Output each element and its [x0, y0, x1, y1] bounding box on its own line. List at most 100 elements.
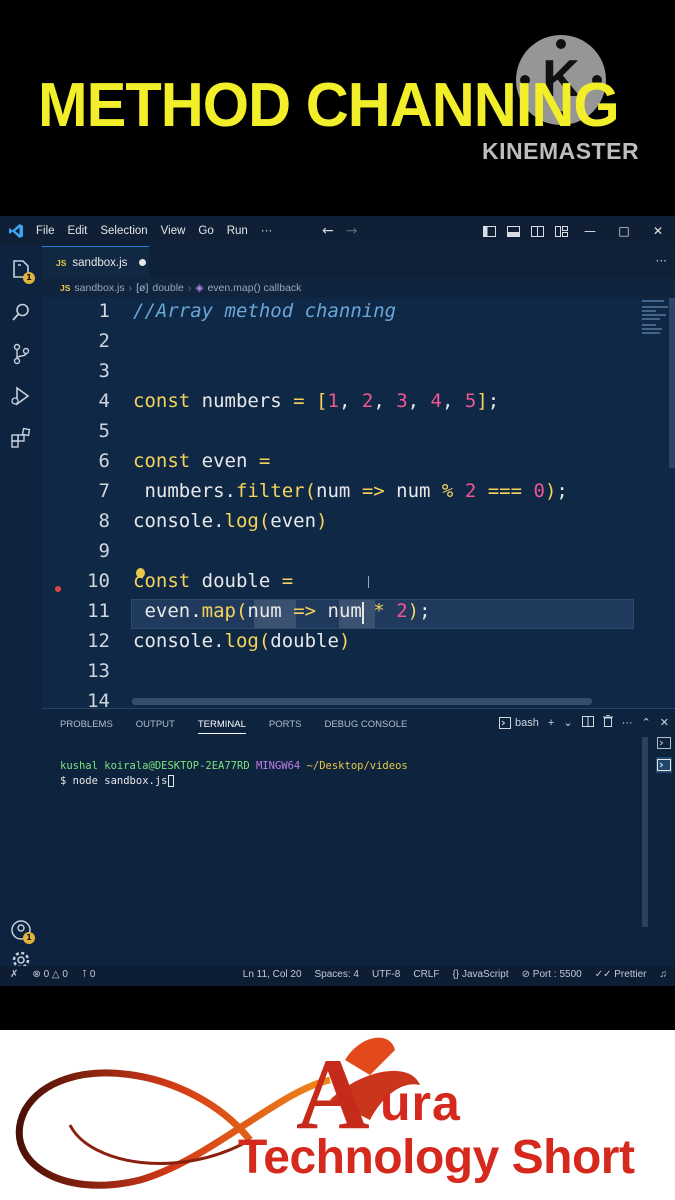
- code-line-10: const double =: [133, 570, 294, 592]
- source-control-icon[interactable]: [9, 342, 33, 366]
- tab-label: sandbox.js: [72, 256, 128, 269]
- mouse-ibeam-cursor-icon: [368, 576, 369, 588]
- menu-run[interactable]: Run: [227, 225, 248, 237]
- accounts-badge: 1: [23, 932, 35, 944]
- back-arrow-icon[interactable]: ←: [322, 223, 334, 239]
- vscode-window: File Edit Selection View Go Run ··· ← →: [0, 216, 675, 986]
- explorer-icon[interactable]: 1: [9, 258, 35, 284]
- vscode-logo-icon: [0, 216, 32, 246]
- line-number: 7: [98, 480, 110, 502]
- chevron-up-icon[interactable]: ⌃: [642, 716, 651, 729]
- dropdown-chevron-icon[interactable]: ⌄: [563, 716, 572, 729]
- activity-bar: 1 1: [0, 246, 42, 972]
- prettier-status[interactable]: ✓✓ Prettier: [595, 969, 647, 980]
- new-terminal-icon[interactable]: +: [548, 717, 554, 729]
- video-title: METHOD CHANNING: [38, 71, 620, 140]
- notifications-bell-icon[interactable]: ♫: [660, 969, 668, 980]
- breadcrumb-separator: ›: [187, 282, 192, 294]
- toggle-panel-icon[interactable]: [501, 216, 525, 246]
- tab-debug-console[interactable]: DEBUG CONSOLE: [324, 719, 407, 734]
- tab-ports[interactable]: PORTS: [269, 719, 302, 734]
- tab-sandbox-js[interactable]: JS sandbox.js: [42, 246, 149, 278]
- line-number: 10: [87, 570, 110, 592]
- panel-tab-bar: PROBLEMS OUTPUT TERMINAL PORTS DEBUG CON…: [60, 719, 407, 734]
- terminal-command: node sandbox.js: [72, 775, 168, 787]
- status-right: Ln 11, Col 20 Spaces: 4 UTF-8 CRLF {} Ja…: [243, 969, 667, 980]
- error-count: 0: [43, 969, 50, 980]
- trash-icon[interactable]: [602, 715, 613, 730]
- more-actions-icon[interactable]: ···: [656, 254, 667, 268]
- forwarded-ports-count: 0: [89, 969, 96, 980]
- more-actions-icon[interactable]: ···: [622, 717, 633, 729]
- encoding[interactable]: UTF-8: [372, 969, 400, 980]
- bottom-panel: PROBLEMS OUTPUT TERMINAL PORTS DEBUG CON…: [42, 708, 675, 972]
- menu-selection[interactable]: Selection: [100, 225, 147, 237]
- line-number: 12: [87, 630, 110, 652]
- code-editor[interactable]: 1 2 3 4 5 6 7 8 9 10 11 12 13 14 //Array…: [42, 298, 675, 708]
- code-line-7: numbers.filter(num => num % 2 === 0);: [133, 480, 568, 502]
- cursor-position[interactable]: Ln 11, Col 20: [243, 969, 302, 980]
- kinemaster-watermark: KINEMASTER: [482, 138, 640, 164]
- problems-status[interactable]: ⊗ 0 △ 0: [32, 969, 68, 980]
- terminal-instance-icon[interactable]: [656, 735, 672, 751]
- remote-icon[interactable]: ✗: [10, 969, 18, 980]
- breadcrumb-symbol[interactable]: double: [152, 282, 184, 294]
- toggle-sidebar-icon[interactable]: [477, 216, 501, 246]
- maximize-icon[interactable]: □: [607, 216, 641, 246]
- variable-symbol-icon: [ø]: [136, 282, 149, 294]
- language-mode[interactable]: {} JavaScript: [452, 969, 508, 980]
- tab-output[interactable]: OUTPUT: [136, 719, 175, 734]
- method-symbol-icon: ◈: [195, 282, 204, 294]
- live-server-port[interactable]: ⊘ Port : 5500: [522, 969, 582, 980]
- terminal-scrollbar[interactable]: [642, 737, 648, 927]
- minimize-icon[interactable]: —: [573, 216, 607, 246]
- line-number: 14: [87, 690, 110, 708]
- status-left: ✗ ⊗ 0 △ 0 ⊺ 0: [10, 969, 95, 980]
- panel-actions: bash + ⌄ ··· ⌃ ✕: [499, 715, 669, 730]
- split-terminal-icon[interactable]: [581, 715, 594, 730]
- editor-vertical-scrollbar[interactable]: [669, 298, 675, 468]
- line-number: 2: [98, 330, 110, 352]
- close-panel-icon[interactable]: ✕: [660, 716, 669, 729]
- breadcrumb: JS sandbox.js › [ø] double › ◈ even.map(…: [42, 278, 675, 298]
- run-debug-icon[interactable]: [9, 384, 33, 408]
- terminal-output[interactable]: kushal koirala@DESKTOP-2EA77RD MINGW64 ~…: [60, 759, 408, 789]
- menu-file[interactable]: File: [36, 225, 55, 237]
- toggle-secondary-sidebar-icon[interactable]: [525, 216, 549, 246]
- terminal-icon: [499, 716, 512, 729]
- menu-edit[interactable]: Edit: [68, 225, 88, 237]
- channel-logo: A ura Technology Short: [0, 1030, 675, 1200]
- code-line-11: even.map(num => num * 2);: [133, 600, 431, 622]
- line-number: 13: [87, 660, 110, 682]
- editor-tab-bar: JS sandbox.js ···: [42, 246, 675, 278]
- breadcrumb-file[interactable]: sandbox.js: [74, 282, 124, 294]
- menu-view[interactable]: View: [161, 225, 186, 237]
- extensions-icon[interactable]: [9, 426, 33, 450]
- javascript-file-icon: JS: [56, 257, 67, 268]
- unsaved-dot-icon[interactable]: [139, 259, 147, 266]
- customize-layout-icon[interactable]: [549, 216, 573, 246]
- line-endings[interactable]: CRLF: [413, 969, 439, 980]
- forward-arrow-icon[interactable]: →: [346, 223, 358, 239]
- terminal-path: ~/Desktop/videos: [306, 760, 408, 772]
- breadcrumb-separator: ›: [128, 282, 133, 294]
- code-line-12: console.log(double): [133, 630, 351, 652]
- line-number: 4: [98, 390, 110, 412]
- menu-go[interactable]: Go: [198, 225, 213, 237]
- ports-status[interactable]: ⊺ 0: [82, 969, 96, 980]
- line-number: 5: [98, 420, 110, 442]
- terminal-shell-selector[interactable]: bash: [499, 716, 539, 729]
- close-icon[interactable]: ✕: [641, 216, 675, 246]
- indentation[interactable]: Spaces: 4: [315, 969, 359, 980]
- terminal-instance-active-icon[interactable]: [655, 757, 672, 773]
- breadcrumb-method[interactable]: even.map() callback: [207, 282, 301, 294]
- code-line-4: const numbers = [1, 2, 3, 4, 5];: [133, 390, 500, 412]
- terminal-user-host: kushal koirala@DESKTOP-2EA77RD: [60, 760, 250, 772]
- tab-problems[interactable]: PROBLEMS: [60, 719, 113, 734]
- accounts-icon[interactable]: 1: [9, 918, 35, 944]
- tab-terminal[interactable]: TERMINAL: [197, 719, 246, 734]
- menu-more[interactable]: ···: [261, 225, 273, 237]
- menu-bar: File Edit Selection View Go Run ···: [36, 225, 272, 237]
- search-icon[interactable]: [9, 300, 33, 324]
- editor-horizontal-scrollbar[interactable]: [132, 698, 592, 705]
